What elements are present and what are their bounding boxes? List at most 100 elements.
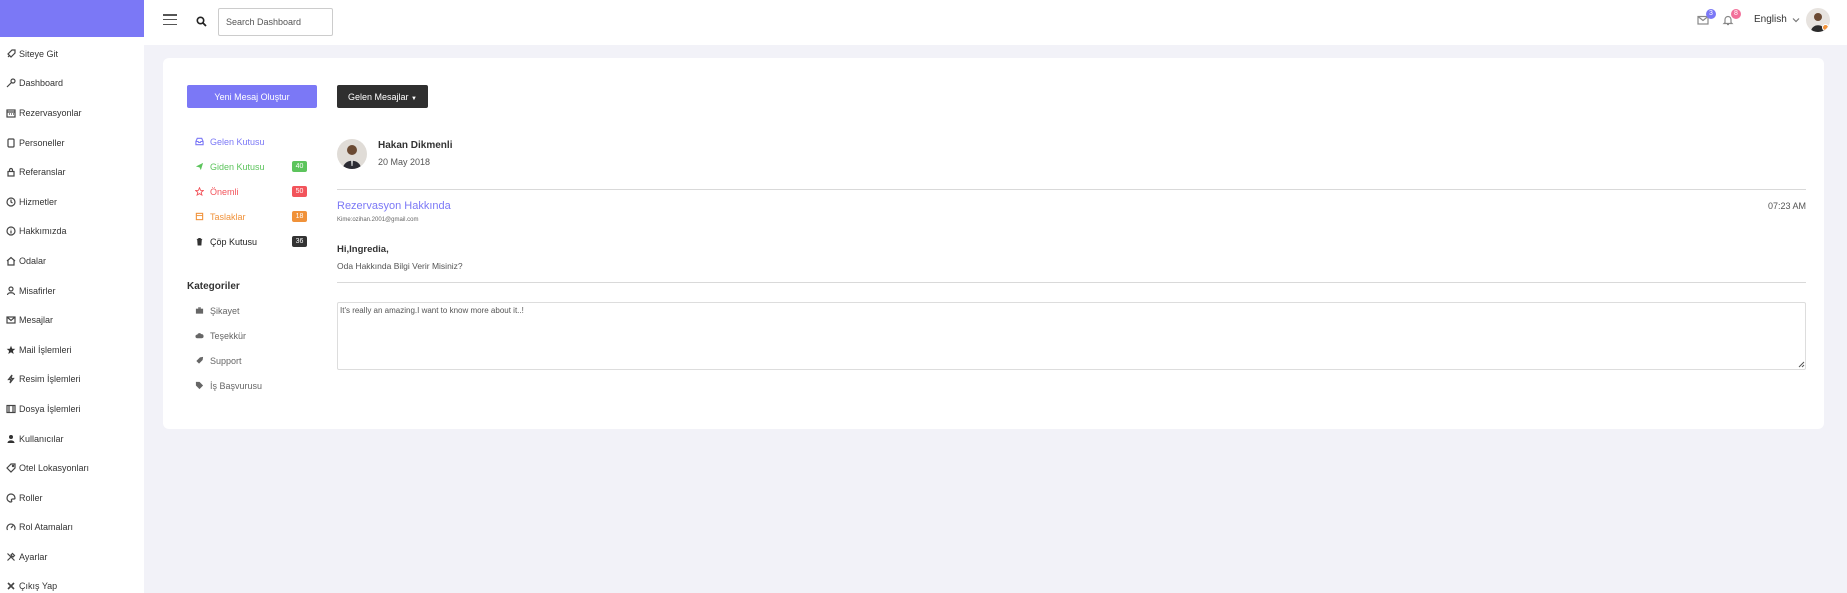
sidebar-item-rezervasyonlar[interactable]: Rezervasyonlar bbox=[0, 98, 144, 128]
clock-icon bbox=[5, 196, 16, 207]
divider bbox=[337, 282, 1806, 283]
sidebar-item-label: Rol Atamaları bbox=[19, 522, 74, 533]
category-job-application[interactable]: İş Başvurusu bbox=[195, 373, 262, 398]
sender-photo bbox=[343, 145, 361, 169]
sidebar-item-roller[interactable]: Roller bbox=[0, 483, 144, 513]
compose-button[interactable]: Yeni Mesaj Oluştur bbox=[187, 85, 317, 108]
briefcase-icon bbox=[195, 306, 205, 316]
bolt-icon bbox=[5, 374, 16, 385]
language-label: English bbox=[1754, 14, 1787, 25]
sidebar-item-label: Siteye Git bbox=[19, 48, 59, 59]
mail-icon bbox=[5, 315, 16, 326]
sidebar-item-label: Referanslar bbox=[19, 167, 66, 178]
rocket-icon bbox=[5, 48, 16, 59]
sidebar-item-label: Resim İşlemleri bbox=[19, 374, 81, 385]
sidebar-item-siteye-git[interactable]: Siteye Git bbox=[0, 39, 144, 69]
sidebar-item-label: Dosya İşlemleri bbox=[19, 403, 81, 414]
folder-drafts[interactable]: Taslaklar 18 bbox=[195, 204, 307, 229]
status-dot bbox=[1822, 24, 1829, 31]
lock-icon bbox=[5, 167, 16, 178]
folder-sent[interactable]: Giden Kutusu 40 bbox=[195, 154, 307, 179]
message-date: 20 May 2018 bbox=[378, 157, 431, 167]
sidebar-item-misafirler[interactable]: Misafirler bbox=[0, 276, 144, 306]
drafts-icon bbox=[195, 212, 205, 222]
user-avatar[interactable] bbox=[1806, 8, 1830, 32]
notification-button[interactable]: 8 bbox=[1722, 9, 1741, 26]
folder-label: Gelen Kutusu bbox=[210, 136, 265, 147]
sidebar-item-personeller[interactable]: Personeller bbox=[0, 128, 144, 158]
sidebar-item-label: Hakkımızda bbox=[19, 226, 67, 237]
tablet-icon bbox=[5, 137, 16, 148]
sidebar-item-hizmetler[interactable]: Hizmetler bbox=[0, 187, 144, 217]
mail-badge: 3 bbox=[1706, 9, 1716, 19]
category-support[interactable]: Support bbox=[195, 348, 262, 373]
caret-down-icon: ▼ bbox=[411, 95, 417, 102]
info-icon bbox=[5, 226, 16, 237]
mail-notification-button[interactable]: 3 bbox=[1697, 9, 1716, 26]
folder-trash[interactable]: Çöp Kutusu 36 bbox=[195, 229, 307, 254]
chevron-down-icon bbox=[1792, 17, 1800, 22]
language-selector[interactable]: English bbox=[1754, 14, 1800, 25]
folder-count: 18 bbox=[292, 211, 307, 222]
sidebar-item-odalar[interactable]: Odalar bbox=[0, 246, 144, 276]
mail-card: Yeni Mesaj Oluştur Gelen Mesajlar ▼ Gele… bbox=[163, 58, 1824, 429]
sidebar-item-label: Personeller bbox=[19, 137, 65, 148]
sidebar-item-label: Roller bbox=[19, 492, 43, 503]
sidebar-item-label: Mail İşlemleri bbox=[19, 344, 72, 355]
sidebar-item-label: Kullanıcılar bbox=[19, 433, 64, 444]
cloud-icon bbox=[195, 331, 205, 341]
paper-plane-icon bbox=[195, 162, 205, 172]
trash-icon bbox=[195, 237, 205, 247]
sidebar: Siteye Git Dashboard Rezervasyonlar Pers… bbox=[0, 0, 144, 593]
category-label: Teşekkür bbox=[210, 330, 247, 341]
sidebar-item-hakkimizda[interactable]: Hakkımızda bbox=[0, 217, 144, 247]
message-body: Oda Hakkında Bilgi Verir Misiniz? bbox=[337, 261, 463, 271]
category-complaint[interactable]: Şikayet bbox=[195, 298, 262, 323]
gauge-icon bbox=[5, 522, 16, 533]
user-icon bbox=[5, 433, 16, 444]
sidebar-item-rol-atamalari[interactable]: Rol Atamaları bbox=[0, 513, 144, 543]
rocket-icon bbox=[195, 356, 205, 366]
sender-avatar bbox=[337, 139, 367, 169]
folder-inbox[interactable]: Gelen Kutusu bbox=[195, 129, 307, 154]
brand-bar bbox=[0, 0, 144, 37]
sidebar-item-mesajlar[interactable]: Mesajlar bbox=[0, 305, 144, 335]
sidebar-item-dashboard[interactable]: Dashboard bbox=[0, 69, 144, 99]
sidebar-item-referanslar[interactable]: Referanslar bbox=[0, 157, 144, 187]
search-icon[interactable] bbox=[196, 16, 207, 27]
users-icon bbox=[5, 285, 16, 296]
sidebar-item-otel-lokasyonlari[interactable]: Otel Lokasyonları bbox=[0, 453, 144, 483]
folder-important[interactable]: Önemli 50 bbox=[195, 179, 307, 204]
tags-icon bbox=[195, 381, 205, 391]
resize-handle-icon[interactable] bbox=[1797, 360, 1805, 368]
sidebar-item-label: Mesajlar bbox=[19, 315, 54, 326]
sidebar-item-label: Odalar bbox=[19, 255, 47, 266]
reply-textarea[interactable]: It's really an amazing.I want to know mo… bbox=[337, 302, 1806, 370]
category-thanks[interactable]: Teşekkür bbox=[195, 323, 262, 348]
folder-count: 50 bbox=[292, 186, 307, 197]
sidebar-item-label: Dashboard bbox=[19, 78, 64, 89]
sidebar-item-kullanicilar[interactable]: Kullanıcılar bbox=[0, 424, 144, 454]
sidebar-item-dosya-islemleri[interactable]: Dosya İşlemleri bbox=[0, 394, 144, 424]
folder-count: 36 bbox=[292, 236, 307, 247]
sidebar-item-mail-islemleri[interactable]: Mail İşlemleri bbox=[0, 335, 144, 365]
inbox-icon bbox=[195, 137, 205, 147]
sidebar-item-resim-islemleri[interactable]: Resim İşlemleri bbox=[0, 365, 144, 395]
message-subject[interactable]: Rezervasyon Hakkında bbox=[337, 200, 451, 212]
search-input[interactable] bbox=[218, 8, 333, 36]
category-label: Şikayet bbox=[210, 305, 240, 316]
divider bbox=[337, 189, 1806, 190]
star-icon bbox=[195, 186, 205, 197]
menu-toggle-icon[interactable] bbox=[163, 14, 177, 25]
tag-icon bbox=[5, 463, 16, 474]
sender-name: Hakan Dikmenli bbox=[378, 140, 453, 151]
folder-label: Giden Kutusu bbox=[210, 161, 265, 172]
sidebar-menu: Siteye Git Dashboard Rezervasyonlar Pers… bbox=[0, 37, 144, 593]
sidebar-item-ayarlar[interactable]: Ayarlar bbox=[0, 542, 144, 572]
folder-list: Gelen Kutusu Giden Kutusu 40 Önemli 50 T… bbox=[195, 129, 307, 254]
sidebar-item-label: Ayarlar bbox=[19, 551, 48, 562]
sidebar-item-cikis-yap[interactable]: Çıkış Yap bbox=[0, 572, 144, 593]
sidebar-item-label: Rezervasyonlar bbox=[19, 107, 82, 118]
inbox-dropdown-button[interactable]: Gelen Mesajlar ▼ bbox=[337, 85, 428, 108]
tools-icon bbox=[5, 551, 16, 562]
